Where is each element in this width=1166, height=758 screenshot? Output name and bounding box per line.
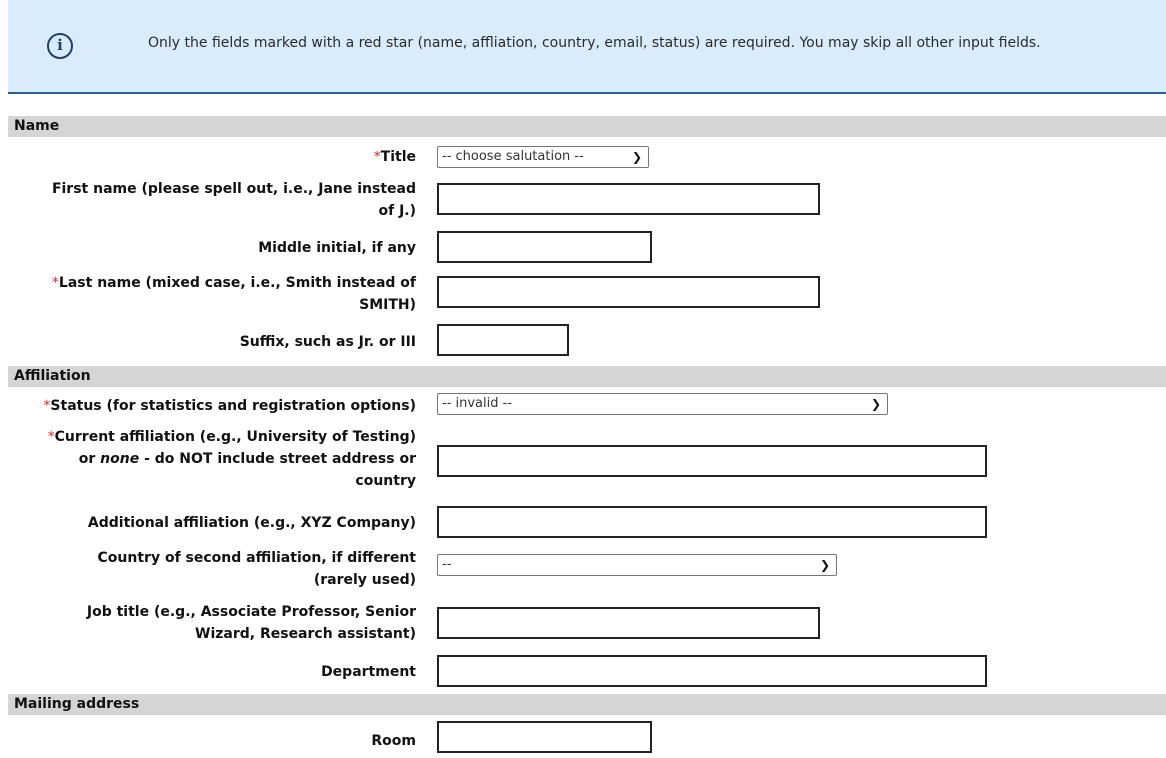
department-label: Department [321, 664, 416, 680]
section-header-name: Name [8, 116, 1166, 137]
section-header-mailing: Mailing address [8, 694, 1166, 715]
middle-initial-label: Middle initial, if any [258, 240, 416, 256]
room-label: Room [371, 733, 416, 749]
suffix-input[interactable] [437, 324, 569, 356]
current-affiliation-input[interactable] [437, 445, 987, 477]
suffix-label: Suffix, such as Jr. or III [239, 334, 416, 350]
last-name-label: *Last name (mixed case, i.e., Smith inst… [51, 275, 416, 313]
second-country-select[interactable]: -- ❯ [437, 554, 837, 576]
notice-text: Only the fields marked with a red star (… [148, 35, 1041, 51]
info-circle-icon: i [47, 33, 73, 59]
chevron-down-icon: ❯ [631, 150, 642, 164]
info-notice: i Only the fields marked with a red star… [8, 0, 1166, 94]
middle-initial-input[interactable] [437, 231, 652, 263]
job-title-label: Job title (e.g., Associate Professor, Se… [86, 604, 416, 642]
additional-affiliation-input[interactable] [437, 506, 987, 538]
required-star: * [47, 429, 55, 445]
chevron-down-icon: ❯ [870, 397, 881, 411]
current-affiliation-label: *Current affiliation (e.g., University o… [47, 429, 416, 489]
section-header-affiliation: Affiliation [8, 366, 1166, 387]
status-label: *Status (for statistics and registration… [43, 398, 416, 414]
first-name-label: First name (please spell out, i.e., Jane… [51, 181, 416, 219]
second-country-label: Country of second affiliation, if differ… [97, 550, 416, 588]
required-star: * [51, 275, 59, 291]
first-name-input[interactable] [437, 183, 820, 215]
room-input[interactable] [437, 721, 652, 753]
title-label: *Title [373, 149, 416, 165]
chevron-down-icon: ❯ [819, 558, 830, 572]
department-input[interactable] [437, 655, 987, 687]
additional-affiliation-label: Additional affiliation (e.g., XYZ Compan… [87, 515, 416, 531]
status-select[interactable]: -- invalid -- ❯ [437, 393, 888, 415]
last-name-input[interactable] [437, 276, 820, 308]
title-select[interactable]: -- choose salutation -- ❯ [437, 146, 649, 168]
job-title-input[interactable] [437, 607, 820, 639]
required-star: * [373, 149, 381, 165]
